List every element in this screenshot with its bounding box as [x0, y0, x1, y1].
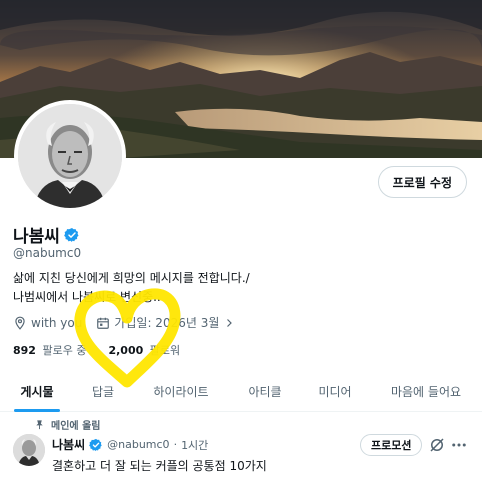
following-label: 팔로우 중: [42, 344, 87, 357]
profile-tabs: 게시물 답글 하이라이트 아티클 미디어 마음에 들어요: [0, 370, 482, 412]
grok-icon[interactable]: [428, 436, 446, 454]
pinned-indicator: 메인에 올림: [34, 417, 100, 432]
tab-label: 하이라이트: [153, 384, 209, 399]
joined-text: 가입일: 2026년 3월: [114, 316, 220, 330]
tab-likes[interactable]: 마음에 들어요: [370, 370, 482, 412]
chevron-right-icon: [227, 318, 233, 327]
tab-label: 마음에 들어요: [390, 384, 462, 399]
active-tab-indicator: [14, 409, 60, 412]
more-icon[interactable]: [450, 436, 468, 454]
post-handle[interactable]: @nabumc0: [107, 438, 169, 451]
post-header: 나봄씨 @nabumc0 · 1시간: [52, 436, 208, 453]
followers-label: 팔로워: [149, 344, 181, 357]
location-item: with you: [13, 316, 82, 330]
profile-handle: @nabumc0: [13, 246, 82, 260]
followers-count: 2,000: [108, 344, 144, 357]
calendar-icon: [97, 317, 110, 329]
tab-label: 게시물: [20, 384, 54, 399]
profile-avatar[interactable]: [14, 100, 126, 212]
location-icon: [15, 316, 25, 330]
location-text: with you: [31, 315, 83, 330]
post-text[interactable]: 결혼하고 더 잘 되는 커플의 공통점 10가지: [52, 457, 267, 474]
following-link[interactable]: 892 팔로우 중: [13, 342, 86, 358]
tab-posts[interactable]: 게시물: [0, 370, 74, 412]
profile-page: 프로필 수정 나봄씨 @nabumc0 삶에 지친 당신에게 희망의 메시지를 …: [0, 0, 482, 483]
profile-name-row: 나봄씨: [13, 222, 80, 247]
joined-item[interactable]: 가입일: 2026년 3월: [96, 314, 235, 331]
tab-replies[interactable]: 답글: [74, 370, 132, 412]
pinned-label: 메인에 올림: [51, 421, 101, 432]
post-separator: ·: [173, 438, 178, 451]
tab-label: 아티클: [248, 384, 282, 399]
edit-profile-button[interactable]: 프로필 수정: [377, 166, 467, 198]
tab-highlights[interactable]: 하이라이트: [132, 370, 230, 412]
tab-label: 답글: [91, 384, 115, 399]
profile-meta: with you 가입일: 2026년 3월: [13, 314, 249, 331]
followers-link[interactable]: 2,000 팔로워: [108, 342, 180, 358]
bio-line: 나범씨에서 나봄씨로 변신중..: [13, 290, 161, 304]
tab-media[interactable]: 미디어: [300, 370, 370, 412]
tab-label: 미디어: [318, 384, 352, 399]
post-author[interactable]: 나봄씨: [52, 436, 85, 453]
verified-badge-icon[interactable]: [64, 227, 80, 243]
follow-stats: 892 팔로우 중 2,000 팔로워: [13, 342, 202, 358]
display-name: 나봄씨: [13, 227, 60, 247]
post-time[interactable]: 1시간: [181, 437, 208, 453]
bio-line: 삶에 지친 당신에게 희망의 메시지를 전합니다./: [13, 271, 250, 285]
verified-badge-icon[interactable]: [89, 438, 103, 452]
pin-icon: [36, 420, 43, 430]
promote-button[interactable]: 프로모션: [360, 434, 423, 456]
profile-bio: 삶에 지친 당신에게 희망의 메시지를 전합니다./ 나범씨에서 나봄씨로 변신…: [13, 269, 250, 307]
tab-articles[interactable]: 아티클: [230, 370, 300, 412]
post-avatar[interactable]: [13, 434, 45, 466]
following-count: 892: [13, 344, 36, 357]
